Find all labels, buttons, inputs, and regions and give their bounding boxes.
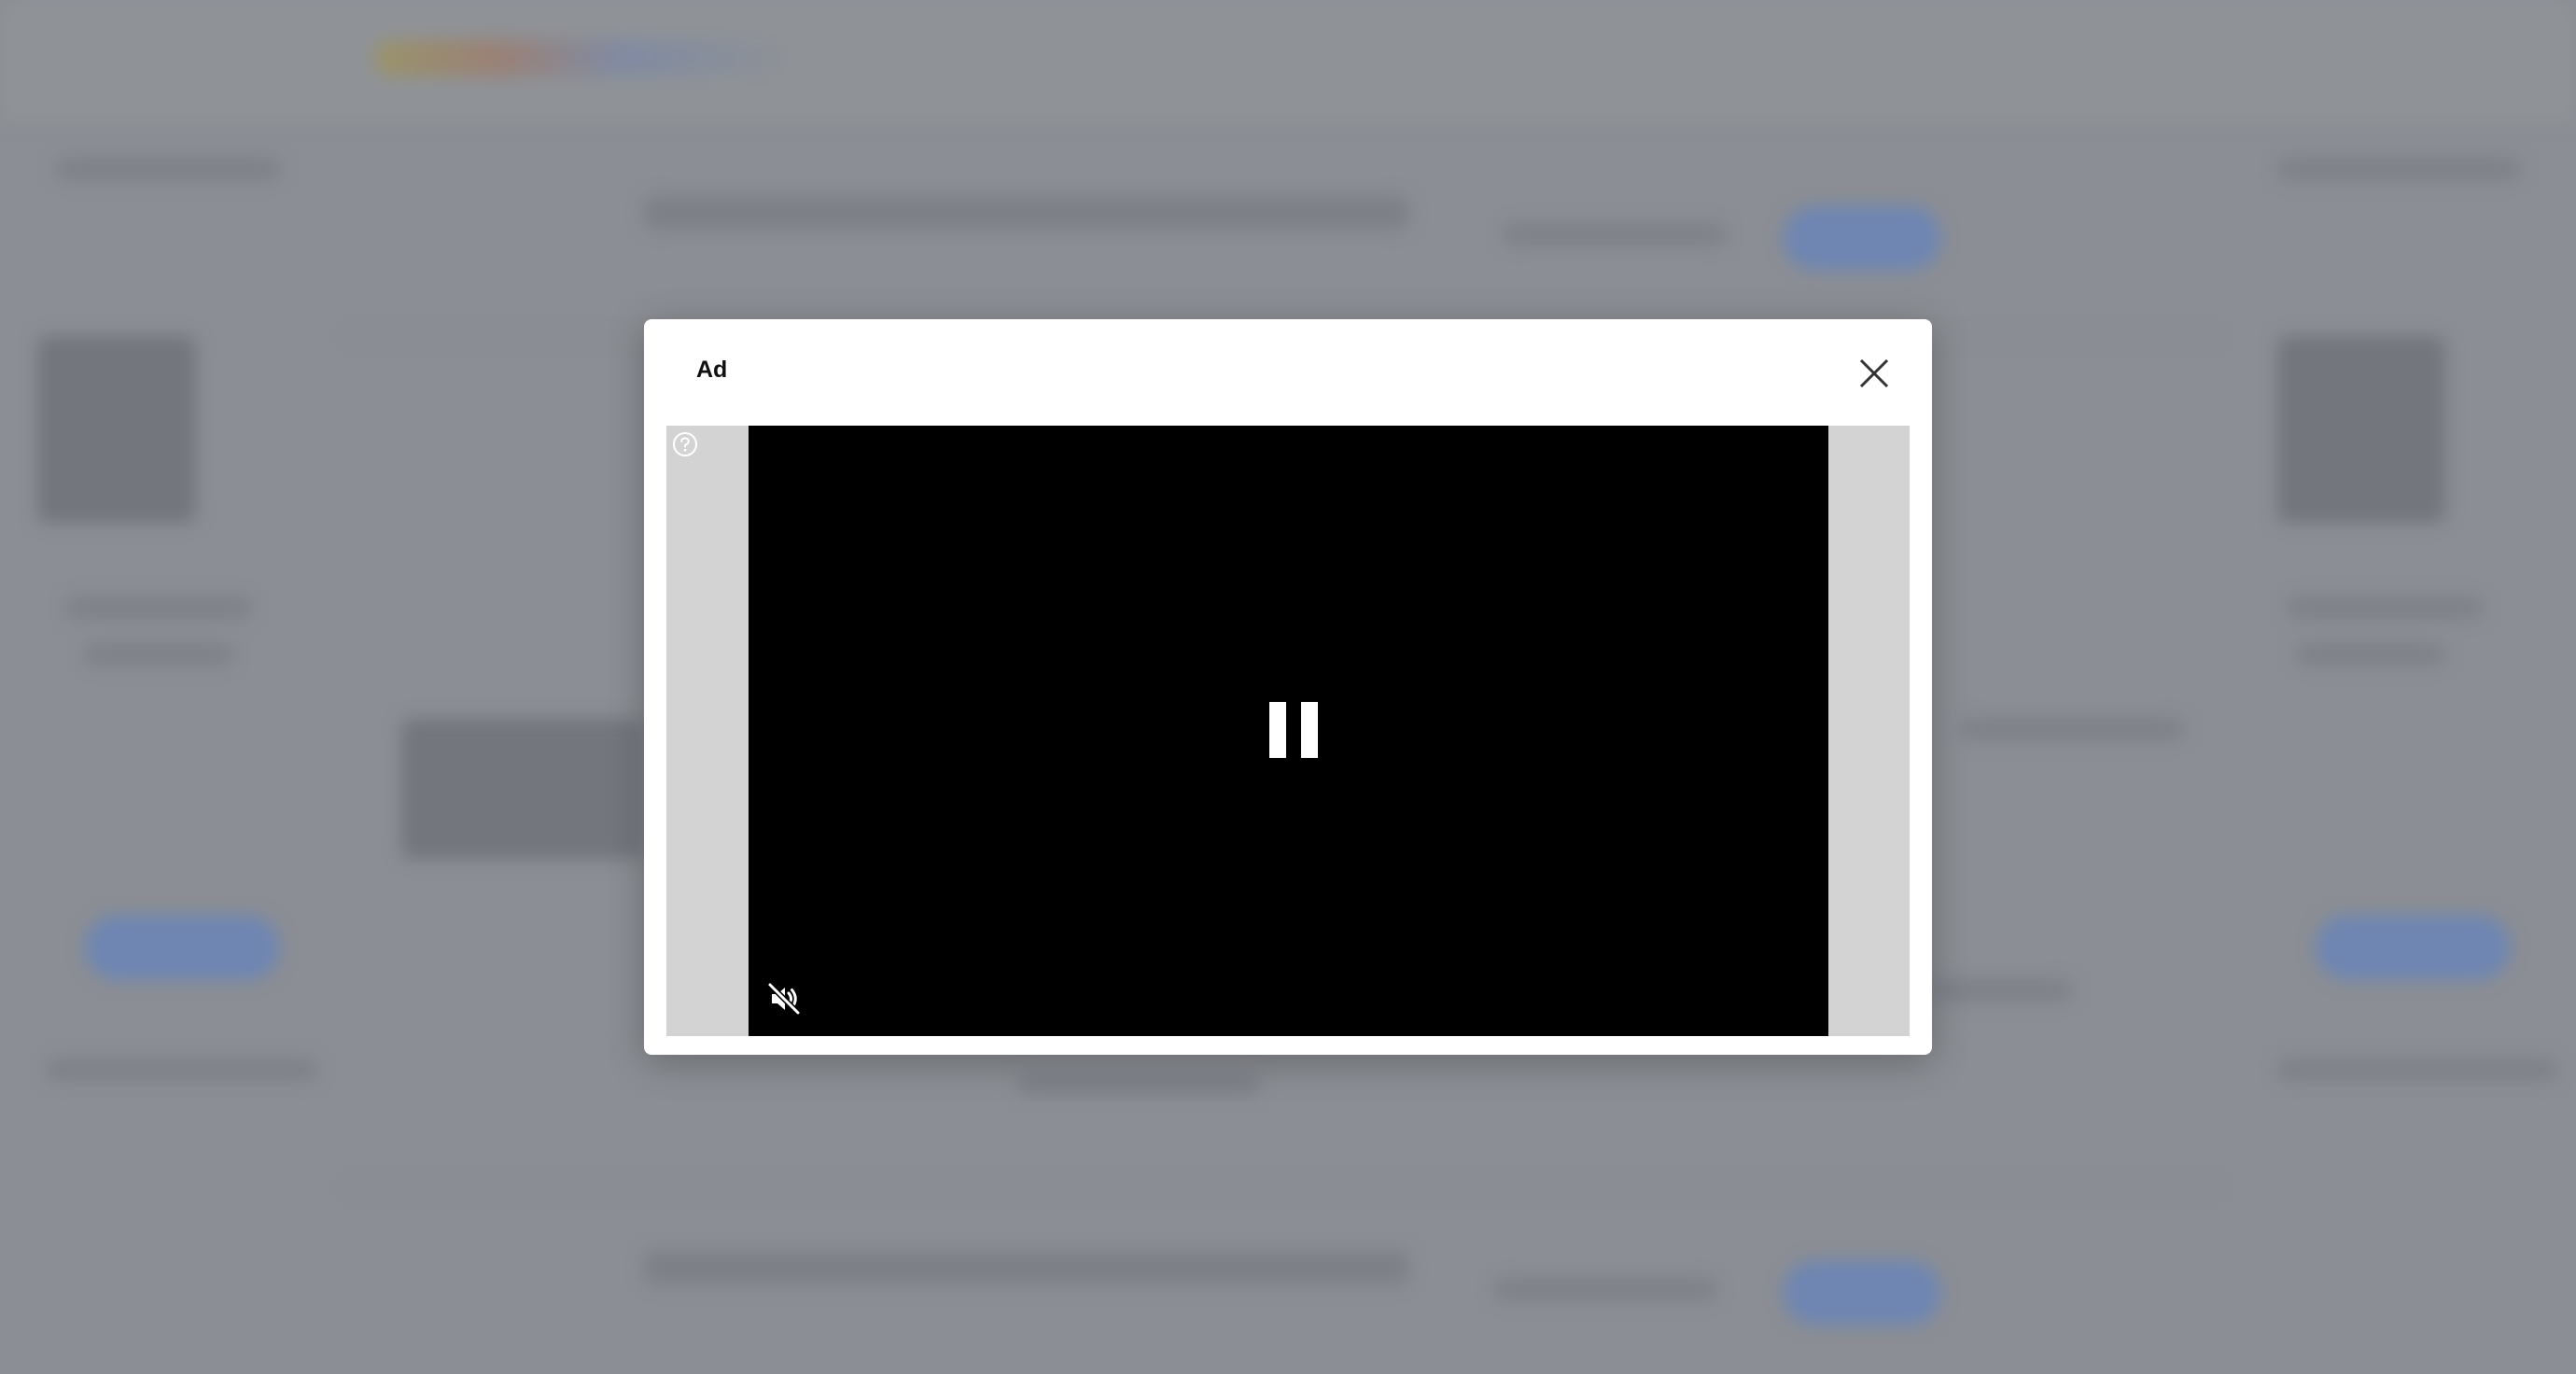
question-circle-icon[interactable] [672, 431, 698, 457]
sidebar-text [2287, 597, 2483, 618]
left-sidebar-ad [28, 140, 317, 1167]
sidebar-footer [47, 1059, 317, 1080]
listing-row [635, 168, 1941, 299]
listing-title [644, 1251, 1409, 1284]
listing-meta [1017, 1073, 1260, 1094]
listing-title [644, 196, 1409, 230]
sidebar-heading [2277, 159, 2520, 179]
sidebar-text [65, 597, 252, 618]
sidebar-text [2296, 644, 2445, 665]
listing-meta [1503, 224, 1727, 245]
listing-thumbnail [401, 719, 644, 859]
listing-meta [1932, 980, 2072, 1001]
sidebar-button [2315, 915, 2511, 980]
ad-modal: Ad [644, 319, 1932, 1055]
listing-button [1783, 1260, 1941, 1325]
sidebar-footer [2277, 1059, 2557, 1080]
video-player[interactable] [749, 426, 1828, 1036]
mute-button[interactable] [765, 980, 803, 1017]
right-sidebar-ad [2268, 140, 2557, 1167]
listing-button [1783, 205, 1941, 271]
listing-row [635, 1213, 1941, 1344]
listing-meta [1960, 719, 2184, 739]
listing-meta [1493, 1279, 1717, 1299]
close-button[interactable] [1854, 353, 1895, 394]
ad-label: Ad [696, 357, 728, 383]
sidebar-text [84, 644, 233, 665]
pause-icon [1269, 702, 1286, 758]
ad-player-frame [666, 426, 1910, 1036]
sidebar-image [37, 336, 196, 523]
pause-button[interactable] [1267, 702, 1320, 760]
sidebar-heading [56, 159, 280, 179]
divider [345, 1185, 2221, 1187]
sidebar-button [84, 915, 280, 980]
sidebar-image [2277, 336, 2445, 523]
site-logo [373, 39, 784, 77]
speaker-muted-icon [767, 982, 801, 1016]
close-icon [1859, 358, 1889, 388]
